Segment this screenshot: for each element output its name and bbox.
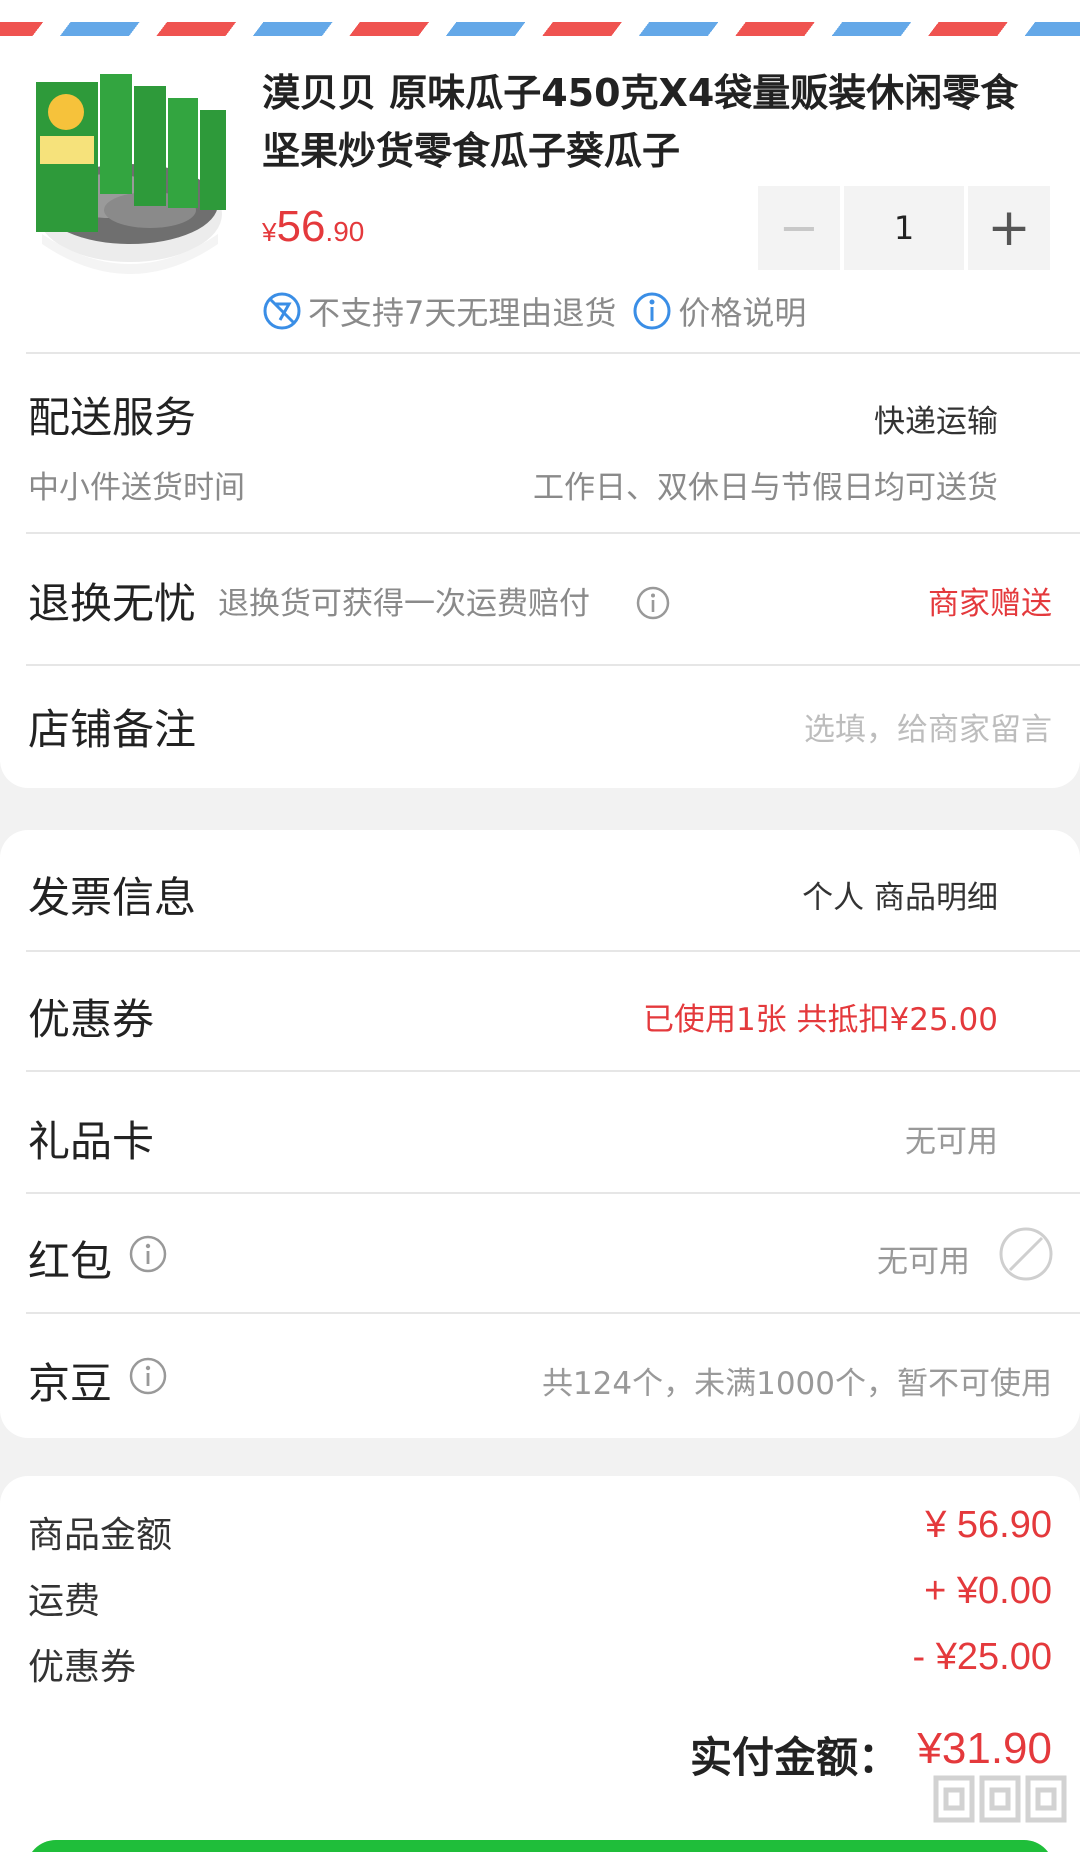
coupon-value[interactable]: 已使用1张 共抵扣¥25.00 <box>643 994 998 1039</box>
freight-value: + ¥0.00 <box>924 1570 1052 1612</box>
payment-label: 实付金额： <box>690 1733 901 1782</box>
goods-amount-label: 商品金额 <box>28 1515 173 1556</box>
product-image[interactable] <box>30 64 230 274</box>
exchange-value[interactable]: 商家赠送 <box>928 578 1052 623</box>
red-packet-title: 红包 <box>28 1237 113 1286</box>
quantity-input[interactable]: 1 <box>844 186 964 270</box>
divider <box>26 1192 1080 1194</box>
delivery-method[interactable]: 快递运输 <box>874 396 998 441</box>
product-notes: 不支持7天无理由退货 价格说明 <box>262 288 806 334</box>
info-icon[interactable] <box>632 291 672 331</box>
coupon-summary-value: - ¥25.00 <box>912 1636 1052 1678</box>
delivery-time-value: 工作日、双休日与节假日均可送货 <box>533 470 998 506</box>
divider <box>26 950 1080 952</box>
product-title[interactable]: 漠贝贝 原味瓜子450克X4袋量贩装休闲零食坚果炒货零食瓜子葵瓜子 <box>262 64 1052 180</box>
divider <box>26 532 1080 534</box>
divider <box>26 1312 1080 1314</box>
jingdou-value: 共124个，未满1000个，暂不可使用 <box>541 1366 1052 1402</box>
divider <box>26 352 1080 354</box>
delivery-time-label: 中小件送货时间 <box>28 470 245 506</box>
store-note-title: 店铺备注 <box>28 705 197 754</box>
invoice-title: 发票信息 <box>28 873 197 922</box>
store-note-input[interactable]: 选填，给商家留言 <box>804 704 1052 749</box>
divider <box>26 1070 1080 1072</box>
delivery-title: 配送服务 <box>28 393 197 442</box>
price-summary-card: 商品金额 ¥ 56.90 运费 + ¥0.00 优惠券 - ¥25.00 <box>0 1476 1080 1712</box>
airmail-border <box>0 0 1080 40</box>
info-icon[interactable] <box>128 1234 168 1274</box>
disabled-icon <box>999 1227 1053 1281</box>
submit-order-button[interactable] <box>26 1840 1054 1852</box>
gift-card-value[interactable]: 无可用 <box>905 1116 998 1161</box>
info-icon[interactable] <box>633 583 673 623</box>
price-note-link[interactable]: 价格说明 <box>678 288 806 334</box>
quantity-stepper: − 1 + <box>758 186 1054 270</box>
coupon-summary-label: 优惠券 <box>28 1647 137 1688</box>
coupon-title: 优惠券 <box>28 995 155 1044</box>
goods-amount-value: ¥ 56.90 <box>925 1504 1052 1546</box>
exchange-title: 退换无忧 <box>28 579 197 628</box>
no-return-icon <box>263 292 301 330</box>
freight-label: 运费 <box>28 1581 101 1622</box>
invoice-value[interactable]: 个人 商品明细 <box>802 872 998 917</box>
divider <box>26 664 1080 666</box>
payment-value: ¥31.90 <box>917 1724 1052 1773</box>
decrease-button[interactable]: − <box>758 186 840 270</box>
watermark-logo <box>930 1770 1070 1852</box>
product-price: ¥56.90 <box>262 202 365 251</box>
exchange-desc: 退换货可获得一次运费赔付 <box>218 586 590 622</box>
info-icon[interactable] <box>128 1356 168 1396</box>
jingdou-title: 京豆 <box>28 1359 113 1408</box>
order-item-card: 漠贝贝 原味瓜子450克X4袋量贩装休闲零食坚果炒货零食瓜子葵瓜子 ¥56.90… <box>0 40 1080 788</box>
gift-card-title: 礼品卡 <box>28 1117 155 1166</box>
increase-button[interactable]: + <box>968 186 1050 270</box>
red-packet-value: 无可用 <box>877 1244 970 1280</box>
no-return-text: 不支持7天无理由退货 <box>308 294 617 332</box>
order-options-card: 发票信息 个人 商品明细 优惠券 已使用1张 共抵扣¥25.00 礼品卡 无可用… <box>0 830 1080 1438</box>
